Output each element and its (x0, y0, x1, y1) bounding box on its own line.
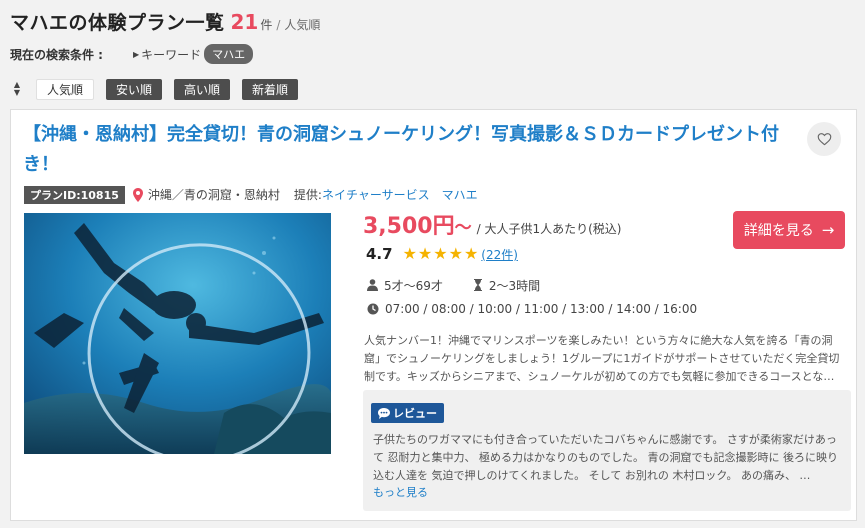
review-badge-label: レビュー (393, 407, 437, 420)
start-times-row: 07:00 / 08:00 / 10:00 / 11:00 / 13:00 / … (367, 300, 697, 318)
result-count: 21 (230, 10, 259, 34)
search-conditions: 現在の検索条件 : ▶ キーワード マハエ (10, 44, 254, 64)
heart-icon (817, 133, 831, 146)
plan-title-link[interactable]: 【沖縄・恩納村】完全貸切！青の洞窟シュノーケリング！写真撮影＆ＳＤカードプレゼン… (23, 120, 783, 180)
plan-card: 【沖縄・恩納村】完全貸切！青の洞窟シュノーケリング！写真撮影＆ＳＤカードプレゼン… (10, 109, 857, 521)
plan-age: 5才〜69才 (384, 278, 443, 293)
plan-photo[interactable] (24, 213, 331, 454)
price-suffix: 〜 (454, 218, 472, 238)
sort-popular-button[interactable]: 人気順 (36, 78, 95, 100)
sort-updown-icon: ▲ ▼ (13, 80, 21, 97)
review-text: 子供たちのワガママにも付き合っていただいたコバちゃんに感謝です。 さすが柔術家だ… (373, 433, 838, 482)
keyword-label: キーワード (141, 47, 202, 62)
caret-right-icon: ▶ (132, 49, 140, 59)
detail-button[interactable]: 詳細を見る → (733, 211, 845, 249)
clock-icon (367, 303, 379, 315)
sort-new-button[interactable]: 新着順 (242, 78, 299, 100)
star-rating: ★ ★ ★ ★ ★ (403, 246, 480, 262)
provider-link[interactable]: ネイチャーサービス マハエ (322, 186, 478, 203)
location-pin-icon (132, 187, 143, 202)
price-row: 3,500円 〜 / 大人子供1人あたり(税込) (363, 208, 622, 239)
plan-meta: プランID:10815 沖縄／青の洞窟・恩納村 提供: ネイチャーサービス マハ… (24, 185, 478, 204)
page-title: マハエの体験プラン一覧 (10, 12, 225, 34)
search-conditions-label: 現在の検索条件 : (10, 47, 103, 62)
plan-description: 人気ナンバー1！沖縄でマリンスポーツを楽しみたい！という方々に絶大な人気を誇る「… (364, 334, 840, 383)
page-header: マハエの体験プラン一覧 21 件 / 人気順 (10, 8, 320, 34)
provider-label: 提供: (293, 188, 322, 202)
plan-id-badge: プランID:10815 (24, 185, 125, 204)
review-badge: レビュー (371, 403, 444, 423)
sort-bar: ▲ ▼ 人気順 安い順 高い順 新着順 (10, 78, 310, 100)
plan-location: 沖縄／青の洞窟・恩納村 (147, 188, 280, 202)
header-separator: / (276, 18, 281, 32)
star-icon: ★ (417, 244, 433, 263)
sort-expensive-button[interactable]: 高い順 (174, 78, 231, 100)
rating-row: 4.7 ★ ★ ★ ★ ★ (22件) (366, 244, 518, 264)
rating-value: 4.7 (366, 245, 393, 263)
review-box: レビュー 子供たちのワガママにも付き合っていただいたコバちゃんに感謝です。 さす… (363, 390, 851, 511)
read-more-link[interactable]: もっと見る (373, 484, 428, 500)
speech-bubble-icon (378, 407, 390, 419)
current-sort-label: 人気順 (284, 18, 321, 32)
hourglass-icon (473, 279, 483, 291)
plan-info-row: 5才〜69才 2〜3時間 (367, 277, 540, 293)
star-icon: ★ (448, 244, 463, 263)
review-count-link[interactable]: (22件) (481, 246, 518, 263)
detail-button-label: 詳細を見る (743, 223, 814, 239)
keyword-condition: ▶ キーワード (133, 46, 201, 63)
plan-price: 3,500円 (363, 214, 455, 239)
sort-cheap-button[interactable]: 安い順 (106, 78, 163, 100)
plan-duration: 2〜3時間 (488, 278, 541, 293)
star-icon: ★ (433, 244, 448, 263)
arrow-right-icon: → (821, 221, 835, 239)
person-icon (367, 279, 378, 291)
price-note: / 大人子供1人あたり(税込) (476, 222, 622, 236)
result-count-unit: 件 (260, 18, 273, 32)
star-icon: ★ (463, 244, 479, 263)
star-icon: ★ (402, 244, 417, 263)
duration-group: 2〜3時間 (473, 277, 540, 294)
keyword-tag[interactable]: マハエ (204, 44, 254, 64)
favorite-button[interactable] (807, 122, 841, 156)
start-times: 07:00 / 08:00 / 10:00 / 11:00 / 13:00 / … (385, 302, 698, 316)
